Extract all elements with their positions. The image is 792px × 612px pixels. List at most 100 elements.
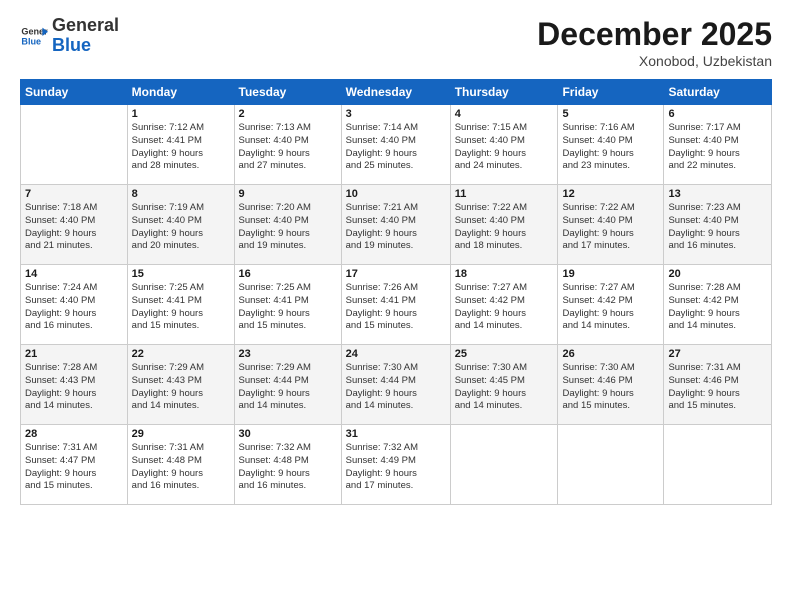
calendar-cell: 18 Sunrise: 7:27 AMSunset: 4:42 PMDayligh…	[450, 265, 558, 345]
calendar-cell: 8Sunrise: 7:19 AMSunset: 4:40 PMDaylight…	[127, 185, 234, 265]
calendar-cell: 31 Sunrise: 7:32 AMSunset: 4:49 PMDayligh…	[341, 425, 450, 505]
logo: General Blue General Blue	[20, 16, 119, 56]
day-number: 26	[562, 348, 659, 360]
day-info: Sunrise: 7:14 AMSunset: 4:40 PMDaylight:…	[346, 122, 446, 173]
day-info: Sunrise: 7:30 AMSunset: 4:45 PMDaylight:…	[455, 362, 554, 413]
day-number: 19	[562, 268, 659, 280]
calendar-week-2: 7 Sunrise: 7:18 AMSunset: 4:40 PMDaylight…	[21, 185, 772, 265]
day-info: Sunrise: 7:25 AMSunset: 4:41 PMDaylight:…	[239, 282, 337, 333]
calendar-week-4: 21 Sunrise: 7:28 AMSunset: 4:43 PMDayligh…	[21, 345, 772, 425]
day-number: 4	[455, 108, 554, 120]
day-info: Sunrise: 7:27 AMSunset: 4:42 PMDaylight:…	[455, 282, 554, 333]
calendar-week-3: 14 Sunrise: 7:24 AMSunset: 4:40 PMDayligh…	[21, 265, 772, 345]
day-number: 25	[455, 348, 554, 360]
day-number: 13	[668, 188, 767, 200]
calendar-cell: 11 Sunrise: 7:22 AMSunset: 4:40 PMDayligh…	[450, 185, 558, 265]
day-info: Sunrise: 7:16 AMSunset: 4:40 PMDaylight:…	[562, 122, 659, 173]
calendar-cell: 1 Sunrise: 7:12 AMSunset: 4:41 PMDaylight…	[127, 105, 234, 185]
day-info: Sunrise: 7:29 AMSunset: 4:43 PMDaylight:…	[132, 362, 230, 413]
calendar-cell: 19Sunrise: 7:27 AMSunset: 4:42 PMDayligh…	[558, 265, 664, 345]
calendar-cell: 10 Sunrise: 7:21 AMSunset: 4:40 PMDayligh…	[341, 185, 450, 265]
location: Xonobod, Uzbekistan	[537, 53, 772, 69]
calendar-week-5: 28Sunrise: 7:31 AMSunset: 4:47 PMDayligh…	[21, 425, 772, 505]
day-info: Sunrise: 7:23 AMSunset: 4:40 PMDaylight:…	[668, 202, 767, 253]
logo-text: General Blue	[52, 16, 119, 56]
calendar-cell: 17Sunrise: 7:26 AMSunset: 4:41 PMDayligh…	[341, 265, 450, 345]
calendar-cell: 14 Sunrise: 7:24 AMSunset: 4:40 PMDayligh…	[21, 265, 128, 345]
day-number: 7	[25, 188, 123, 200]
day-info: Sunrise: 7:28 AMSunset: 4:43 PMDaylight:…	[25, 362, 123, 413]
svg-text:Blue: Blue	[21, 36, 41, 46]
day-number: 23	[239, 348, 337, 360]
calendar-cell: 15Sunrise: 7:25 AMSunset: 4:41 PMDayligh…	[127, 265, 234, 345]
month-title: December 2025	[537, 16, 772, 53]
calendar-cell: 4Sunrise: 7:15 AMSunset: 4:40 PMDaylight…	[450, 105, 558, 185]
logo-icon: General Blue	[20, 22, 48, 50]
calendar-cell: 21 Sunrise: 7:28 AMSunset: 4:43 PMDayligh…	[21, 345, 128, 425]
day-info: Sunrise: 7:18 AMSunset: 4:40 PMDaylight:…	[25, 202, 123, 253]
calendar-cell: 2 Sunrise: 7:13 AMSunset: 4:40 PMDaylight…	[234, 105, 341, 185]
day-number: 5	[562, 108, 659, 120]
col-monday: Monday	[127, 80, 234, 105]
col-sunday: Sunday	[21, 80, 128, 105]
calendar-cell: 6 Sunrise: 7:17 AMSunset: 4:40 PMDaylight…	[664, 105, 772, 185]
calendar-cell: 30 Sunrise: 7:32 AMSunset: 4:48 PMDayligh…	[234, 425, 341, 505]
day-info: Sunrise: 7:31 AMSunset: 4:48 PMDaylight:…	[132, 442, 230, 493]
day-info: Sunrise: 7:12 AMSunset: 4:41 PMDaylight:…	[132, 122, 230, 173]
day-number: 30	[239, 428, 337, 440]
day-number: 16	[239, 268, 337, 280]
day-number: 11	[455, 188, 554, 200]
day-number: 20	[668, 268, 767, 280]
calendar-cell: 26 Sunrise: 7:30 AMSunset: 4:46 PMDayligh…	[558, 345, 664, 425]
title-block: December 2025 Xonobod, Uzbekistan	[537, 16, 772, 69]
day-number: 21	[25, 348, 123, 360]
day-number: 14	[25, 268, 123, 280]
day-number: 9	[239, 188, 337, 200]
calendar-cell: 25 Sunrise: 7:30 AMSunset: 4:45 PMDayligh…	[450, 345, 558, 425]
calendar-cell: 16 Sunrise: 7:25 AMSunset: 4:41 PMDayligh…	[234, 265, 341, 345]
day-info: Sunrise: 7:30 AMSunset: 4:44 PMDaylight:…	[346, 362, 446, 413]
day-info: Sunrise: 7:28 AMSunset: 4:42 PMDaylight:…	[668, 282, 767, 333]
calendar-cell: 12Sunrise: 7:22 AMSunset: 4:40 PMDayligh…	[558, 185, 664, 265]
day-number: 31	[346, 428, 446, 440]
day-number: 10	[346, 188, 446, 200]
day-info: Sunrise: 7:29 AMSunset: 4:44 PMDaylight:…	[239, 362, 337, 413]
day-number: 27	[668, 348, 767, 360]
calendar-cell: 20 Sunrise: 7:28 AMSunset: 4:42 PMDayligh…	[664, 265, 772, 345]
day-number: 22	[132, 348, 230, 360]
day-number: 2	[239, 108, 337, 120]
day-info: Sunrise: 7:19 AMSunset: 4:40 PMDaylight:…	[132, 202, 230, 253]
calendar-cell	[450, 425, 558, 505]
day-info: Sunrise: 7:17 AMSunset: 4:40 PMDaylight:…	[668, 122, 767, 173]
calendar-cell: 5 Sunrise: 7:16 AMSunset: 4:40 PMDaylight…	[558, 105, 664, 185]
calendar-cell	[558, 425, 664, 505]
day-info: Sunrise: 7:30 AMSunset: 4:46 PMDaylight:…	[562, 362, 659, 413]
header: General Blue General Blue December 2025 …	[20, 16, 772, 69]
col-thursday: Thursday	[450, 80, 558, 105]
day-info: Sunrise: 7:32 AMSunset: 4:48 PMDaylight:…	[239, 442, 337, 493]
page: General Blue General Blue December 2025 …	[0, 0, 792, 612]
day-info: Sunrise: 7:20 AMSunset: 4:40 PMDaylight:…	[239, 202, 337, 253]
calendar-cell: 7 Sunrise: 7:18 AMSunset: 4:40 PMDaylight…	[21, 185, 128, 265]
day-number: 18	[455, 268, 554, 280]
day-number: 24	[346, 348, 446, 360]
day-number: 28	[25, 428, 123, 440]
day-number: 1	[132, 108, 230, 120]
calendar-cell: 9 Sunrise: 7:20 AMSunset: 4:40 PMDaylight…	[234, 185, 341, 265]
calendar-cell	[664, 425, 772, 505]
calendar-cell: 22 Sunrise: 7:29 AMSunset: 4:43 PMDayligh…	[127, 345, 234, 425]
logo-blue: Blue	[52, 35, 91, 55]
day-info: Sunrise: 7:24 AMSunset: 4:40 PMDaylight:…	[25, 282, 123, 333]
col-wednesday: Wednesday	[341, 80, 450, 105]
calendar-week-1: 1 Sunrise: 7:12 AMSunset: 4:41 PMDaylight…	[21, 105, 772, 185]
calendar: Sunday Monday Tuesday Wednesday Thursday…	[20, 79, 772, 505]
day-info: Sunrise: 7:22 AMSunset: 4:40 PMDaylight:…	[455, 202, 554, 253]
day-info: Sunrise: 7:21 AMSunset: 4:40 PMDaylight:…	[346, 202, 446, 253]
calendar-cell: 24 Sunrise: 7:30 AMSunset: 4:44 PMDayligh…	[341, 345, 450, 425]
calendar-cell: 28Sunrise: 7:31 AMSunset: 4:47 PMDayligh…	[21, 425, 128, 505]
day-info: Sunrise: 7:32 AMSunset: 4:49 PMDaylight:…	[346, 442, 446, 493]
day-number: 6	[668, 108, 767, 120]
day-info: Sunrise: 7:13 AMSunset: 4:40 PMDaylight:…	[239, 122, 337, 173]
day-info: Sunrise: 7:26 AMSunset: 4:41 PMDaylight:…	[346, 282, 446, 333]
day-info: Sunrise: 7:31 AMSunset: 4:46 PMDaylight:…	[668, 362, 767, 413]
